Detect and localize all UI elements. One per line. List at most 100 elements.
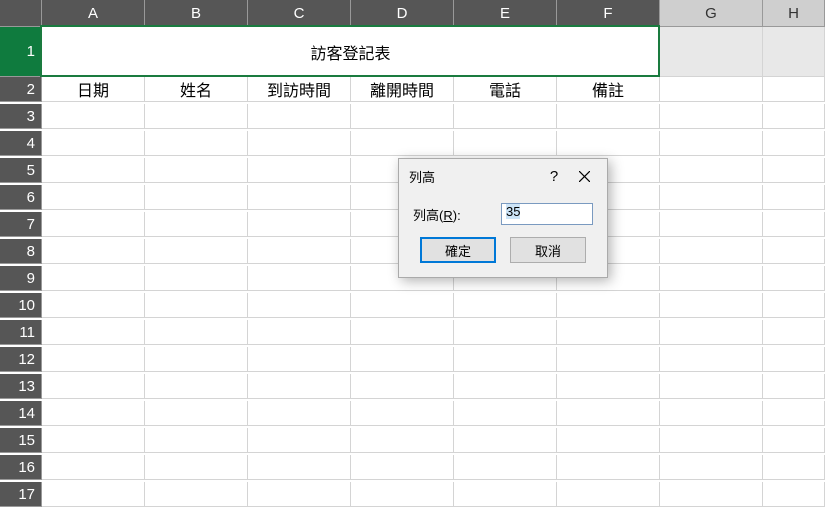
cell-G12[interactable] bbox=[660, 347, 763, 372]
cell-E16[interactable] bbox=[454, 455, 557, 480]
cell-H4[interactable] bbox=[763, 131, 825, 156]
cell-A6[interactable] bbox=[42, 185, 145, 210]
cell-F11[interactable] bbox=[557, 320, 660, 345]
cell-C2[interactable]: 到訪時間 bbox=[248, 77, 351, 102]
cell-D16[interactable] bbox=[351, 455, 454, 480]
cell-H12[interactable] bbox=[763, 347, 825, 372]
cell-H14[interactable] bbox=[763, 401, 825, 426]
cell-F17[interactable] bbox=[557, 482, 660, 507]
cell-G14[interactable] bbox=[660, 401, 763, 426]
cell-G6[interactable] bbox=[660, 185, 763, 210]
cell-F12[interactable] bbox=[557, 347, 660, 372]
cell-B11[interactable] bbox=[145, 320, 248, 345]
cell-E17[interactable] bbox=[454, 482, 557, 507]
row-header-7[interactable]: 7 bbox=[0, 212, 42, 237]
cell-C17[interactable] bbox=[248, 482, 351, 507]
close-icon[interactable] bbox=[569, 165, 599, 187]
cell-H13[interactable] bbox=[763, 374, 825, 399]
cell-C6[interactable] bbox=[248, 185, 351, 210]
row-header-9[interactable]: 9 bbox=[0, 266, 42, 291]
cell-H6[interactable] bbox=[763, 185, 825, 210]
row-header-5[interactable]: 5 bbox=[0, 158, 42, 183]
dialog-titlebar[interactable]: 列高 ? bbox=[399, 159, 607, 193]
cell-H8[interactable] bbox=[763, 239, 825, 264]
cell-D4[interactable] bbox=[351, 131, 454, 156]
row-header-10[interactable]: 10 bbox=[0, 293, 42, 318]
cell-G11[interactable] bbox=[660, 320, 763, 345]
cell-H17[interactable] bbox=[763, 482, 825, 507]
cell-D12[interactable] bbox=[351, 347, 454, 372]
cell-H15[interactable] bbox=[763, 428, 825, 453]
cell-A11[interactable] bbox=[42, 320, 145, 345]
row-header-17[interactable]: 17 bbox=[0, 482, 42, 507]
cell-F15[interactable] bbox=[557, 428, 660, 453]
cell-E12[interactable] bbox=[454, 347, 557, 372]
cell-D13[interactable] bbox=[351, 374, 454, 399]
cell-A15[interactable] bbox=[42, 428, 145, 453]
cell-D10[interactable] bbox=[351, 293, 454, 318]
cell-E13[interactable] bbox=[454, 374, 557, 399]
cell-F4[interactable] bbox=[557, 131, 660, 156]
cell-G3[interactable] bbox=[660, 104, 763, 129]
cell-H2[interactable] bbox=[763, 77, 825, 102]
cell-D14[interactable] bbox=[351, 401, 454, 426]
cell-D17[interactable] bbox=[351, 482, 454, 507]
cell-B7[interactable] bbox=[145, 212, 248, 237]
cell-C3[interactable] bbox=[248, 104, 351, 129]
cell-E11[interactable] bbox=[454, 320, 557, 345]
cell-B14[interactable] bbox=[145, 401, 248, 426]
cell-D11[interactable] bbox=[351, 320, 454, 345]
cell-C7[interactable] bbox=[248, 212, 351, 237]
cell-E2[interactable]: 電話 bbox=[454, 77, 557, 102]
cell-B15[interactable] bbox=[145, 428, 248, 453]
cell-A4[interactable] bbox=[42, 131, 145, 156]
cell-H3[interactable] bbox=[763, 104, 825, 129]
cell-F16[interactable] bbox=[557, 455, 660, 480]
cancel-button[interactable]: 取消 bbox=[510, 237, 586, 263]
cell-E10[interactable] bbox=[454, 293, 557, 318]
cell-C15[interactable] bbox=[248, 428, 351, 453]
cell-G7[interactable] bbox=[660, 212, 763, 237]
cell-F14[interactable] bbox=[557, 401, 660, 426]
cell-E3[interactable] bbox=[454, 104, 557, 129]
cell-A2[interactable]: 日期 bbox=[42, 77, 145, 102]
row-header-12[interactable]: 12 bbox=[0, 347, 42, 372]
row-header-16[interactable]: 16 bbox=[0, 455, 42, 480]
row-header-6[interactable]: 6 bbox=[0, 185, 42, 210]
cell-H9[interactable] bbox=[763, 266, 825, 291]
cell-H5[interactable] bbox=[763, 158, 825, 183]
cell-B3[interactable] bbox=[145, 104, 248, 129]
cell-G1[interactable] bbox=[660, 27, 763, 77]
cell-B13[interactable] bbox=[145, 374, 248, 399]
row-header-14[interactable]: 14 bbox=[0, 401, 42, 426]
cell-C11[interactable] bbox=[248, 320, 351, 345]
cell-A5[interactable] bbox=[42, 158, 145, 183]
col-header-F[interactable]: F bbox=[557, 0, 660, 27]
col-header-C[interactable]: C bbox=[248, 0, 351, 27]
cell-A7[interactable] bbox=[42, 212, 145, 237]
row-header-2[interactable]: 2 bbox=[0, 77, 42, 102]
ok-button[interactable]: 確定 bbox=[420, 237, 496, 263]
cell-G8[interactable] bbox=[660, 239, 763, 264]
cell-D3[interactable] bbox=[351, 104, 454, 129]
cell-B4[interactable] bbox=[145, 131, 248, 156]
cell-H7[interactable] bbox=[763, 212, 825, 237]
row-header-11[interactable]: 11 bbox=[0, 320, 42, 345]
cell-F10[interactable] bbox=[557, 293, 660, 318]
cell-B8[interactable] bbox=[145, 239, 248, 264]
cell-E4[interactable] bbox=[454, 131, 557, 156]
col-header-A[interactable]: A bbox=[42, 0, 145, 27]
cell-C10[interactable] bbox=[248, 293, 351, 318]
cell-A10[interactable] bbox=[42, 293, 145, 318]
cell-F2[interactable]: 備註 bbox=[557, 77, 660, 102]
col-header-D[interactable]: D bbox=[351, 0, 454, 27]
cell-C9[interactable] bbox=[248, 266, 351, 291]
cell-B2[interactable]: 姓名 bbox=[145, 77, 248, 102]
cell-E15[interactable] bbox=[454, 428, 557, 453]
cell-B12[interactable] bbox=[145, 347, 248, 372]
cell-E14[interactable] bbox=[454, 401, 557, 426]
col-header-G[interactable]: G bbox=[660, 0, 763, 27]
cell-C13[interactable] bbox=[248, 374, 351, 399]
cell-A13[interactable] bbox=[42, 374, 145, 399]
cell-G10[interactable] bbox=[660, 293, 763, 318]
